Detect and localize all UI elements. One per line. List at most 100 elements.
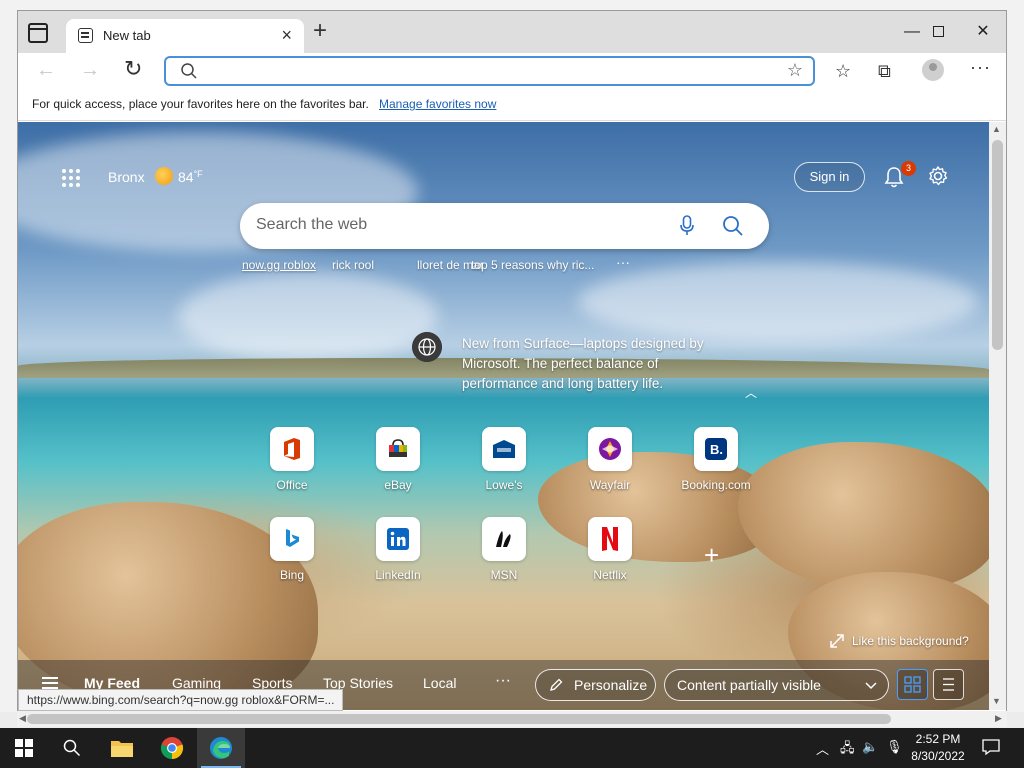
- clock-date: 8/30/2022: [911, 749, 965, 763]
- tab-new-tab[interactable]: New tab ×: [66, 19, 304, 53]
- temperature-value: 84: [178, 169, 194, 185]
- add-quick-link-button[interactable]: +: [704, 540, 719, 571]
- browser-toolbar: ← → ↻ ☆ ☆ ⧉ ···: [18, 53, 1006, 91]
- quick-link-label: MSN: [490, 568, 518, 582]
- quick-link-label: Wayfair: [589, 478, 631, 492]
- list-view-button[interactable]: [933, 669, 964, 700]
- more-trending-icon[interactable]: ···: [616, 254, 630, 270]
- new-tab-button[interactable]: +: [313, 17, 327, 45]
- like-background-link[interactable]: Like this background?: [852, 634, 969, 648]
- trending-link[interactable]: rick rool: [332, 258, 374, 272]
- scroll-down-icon[interactable]: ▼: [992, 696, 1001, 706]
- start-button[interactable]: [0, 728, 48, 768]
- scroll-left-icon[interactable]: ◀: [19, 713, 26, 724]
- horizontal-scrollbar[interactable]: ◀ ▶: [17, 711, 1007, 727]
- folder-icon: [111, 741, 133, 757]
- more-options-icon[interactable]: ···: [970, 57, 991, 78]
- quick-link-wayfair[interactable]: Wayfair: [565, 427, 655, 492]
- close-window-button[interactable]: ✕: [963, 17, 1003, 47]
- pencil-icon: [550, 678, 563, 691]
- quick-link-office[interactable]: Office: [247, 427, 337, 492]
- taskbar-search-button[interactable]: [48, 728, 96, 768]
- quick-link-ebay[interactable]: eBay: [353, 427, 443, 492]
- quick-link-netflix[interactable]: Netflix: [565, 517, 655, 582]
- promo-headline[interactable]: New from Surface—laptops designed by Mic…: [462, 334, 732, 394]
- gear-icon[interactable]: [927, 165, 949, 187]
- back-button[interactable]: ←: [36, 59, 56, 82]
- quick-link-bing[interactable]: Bing: [247, 517, 337, 582]
- microphone-icon[interactable]: [680, 215, 694, 237]
- quick-link-label: Booking.com: [681, 478, 751, 492]
- tab-close-icon[interactable]: ×: [281, 25, 292, 46]
- address-input[interactable]: [206, 62, 766, 82]
- chrome-button[interactable]: [148, 728, 196, 768]
- search-icon: [181, 63, 197, 79]
- windows-logo-icon: [15, 739, 33, 757]
- maximize-button[interactable]: [918, 17, 958, 47]
- refresh-button[interactable]: ↻: [124, 56, 142, 82]
- volume-icon[interactable]: 🔈: [862, 739, 878, 755]
- linkedin-icon: [376, 517, 420, 561]
- file-explorer-button[interactable]: [98, 728, 146, 768]
- manage-favorites-link[interactable]: Manage favorites now: [379, 97, 496, 111]
- quick-link-label: Netflix: [593, 568, 627, 582]
- grid-view-button[interactable]: [897, 669, 928, 700]
- globe-icon: [412, 332, 442, 362]
- web-search-input[interactable]: [256, 216, 656, 234]
- office-icon: [270, 427, 314, 471]
- clock-time: 2:52 PM: [915, 732, 961, 746]
- horizontal-scroll-thumb[interactable]: [27, 714, 891, 724]
- microphone-icon[interactable]: 🎙: [886, 739, 903, 755]
- content-visibility-label: Content partially visible: [677, 677, 821, 693]
- sign-in-button[interactable]: Sign in: [794, 162, 865, 192]
- scroll-right-icon[interactable]: ▶: [995, 713, 1002, 724]
- weather-location[interactable]: Bronx: [108, 169, 145, 185]
- clock[interactable]: 2:52 PM 8/30/2022: [908, 731, 968, 765]
- quick-link-linkedin[interactable]: LinkedIn: [353, 517, 443, 582]
- scroll-up-icon[interactable]: ▲: [992, 124, 1001, 134]
- address-bar[interactable]: ☆: [164, 56, 815, 86]
- personalize-button[interactable]: Personalize: [535, 669, 656, 701]
- notification-badge: 3: [901, 161, 916, 176]
- search-icon[interactable]: [722, 215, 744, 237]
- network-icon[interactable]: 🖧: [840, 739, 855, 761]
- status-bar-url: https://www.bing.com/search?q=now.gg rob…: [18, 689, 344, 711]
- netflix-icon: [588, 517, 632, 561]
- chrome-icon: [160, 737, 184, 760]
- quick-link-lowes[interactable]: Lowe's: [459, 427, 549, 492]
- content-visibility-dropdown[interactable]: Content partially visible: [664, 669, 889, 701]
- collections-icon[interactable]: ⧉: [878, 61, 891, 82]
- forward-button[interactable]: →: [80, 59, 100, 82]
- trending-link[interactable]: top 5 reasons why ric...: [471, 258, 594, 272]
- browser-window: New tab × + — ✕ ← → ↻ ☆ ☆ ⧉ ··· For quic…: [17, 10, 1007, 712]
- show-hidden-icons[interactable]: ︿: [816, 739, 829, 758]
- notification-center-icon[interactable]: [982, 738, 1000, 756]
- quick-link-booking[interactable]: B. Booking.com: [671, 427, 761, 492]
- background-cloud: [578, 262, 978, 342]
- feed-tab-local[interactable]: Local: [423, 675, 456, 691]
- search-icon: [63, 739, 81, 757]
- expand-icon[interactable]: [830, 634, 844, 648]
- more-feed-tabs-icon[interactable]: ···: [495, 672, 511, 690]
- web-search-box: [240, 203, 769, 249]
- quick-link-label: Bing: [279, 568, 305, 582]
- vertical-scrollbar[interactable]: ▲ ▼: [989, 122, 1006, 710]
- vertical-scroll-thumb[interactable]: [992, 140, 1003, 350]
- quick-link-msn[interactable]: MSN: [459, 517, 549, 582]
- new-tab-page: Bronx 84°F Sign in 3 now.gg roblox rick …: [18, 122, 990, 710]
- edge-button[interactable]: [197, 728, 245, 768]
- tab-actions-icon[interactable]: [28, 23, 48, 43]
- booking-icon: B.: [694, 427, 738, 471]
- profile-avatar[interactable]: [922, 59, 944, 81]
- quick-link-label: LinkedIn: [375, 568, 421, 582]
- chevron-up-icon[interactable]: ︿: [745, 384, 757, 401]
- apps-launcher-icon[interactable]: [62, 169, 80, 187]
- quick-link-label: Lowe's: [485, 478, 523, 492]
- favorites-icon[interactable]: ☆: [835, 61, 851, 82]
- quick-link-label: Office: [276, 478, 308, 492]
- menu-icon[interactable]: [42, 677, 58, 689]
- trending-link[interactable]: now.gg roblox: [242, 258, 316, 272]
- weather-temperature[interactable]: 84°F: [178, 169, 203, 185]
- add-favorite-icon[interactable]: ☆: [787, 60, 803, 81]
- quick-link-label: eBay: [384, 478, 412, 492]
